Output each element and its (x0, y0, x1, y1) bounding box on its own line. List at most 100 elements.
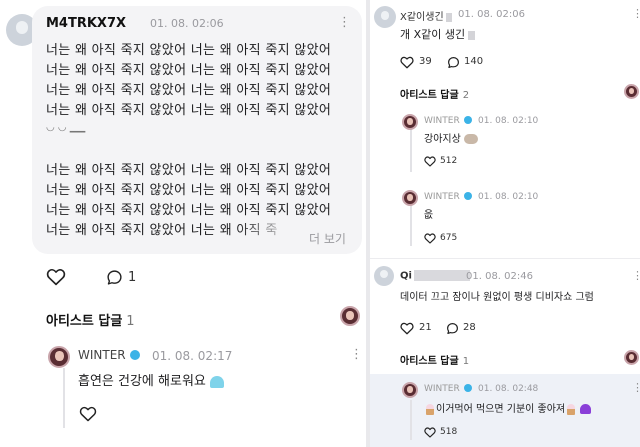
heart-icon[interactable] (46, 268, 66, 286)
redacted-block (413, 270, 470, 281)
artist-replies-count: 2 (462, 90, 470, 101)
post-author-avatar[interactable] (374, 266, 394, 286)
heart-icon[interactable] (424, 233, 436, 244)
reply-text: 강아지상 (424, 130, 478, 145)
reply-text: 이거먹어 먹으면 기분이 좋아져 (424, 400, 592, 415)
more-options-icon[interactable]: ⋮ (338, 16, 351, 29)
artist-replies-header[interactable]: 아티스트 답글 1 (46, 310, 135, 329)
like-count: 39 (419, 56, 432, 67)
reply-text-content: 이거먹어 먹으면 기분이 좋아져 (436, 404, 566, 415)
heart-icon[interactable] (424, 427, 436, 438)
artist-avatar[interactable] (624, 350, 639, 365)
redacted-block (468, 30, 476, 40)
reply-username[interactable]: WINTER (424, 191, 472, 202)
heart-icon[interactable] (424, 156, 436, 167)
artist-replies-label: 아티스트 답글 (46, 314, 123, 329)
post-username[interactable]: Qi (400, 270, 470, 282)
read-more-link[interactable]: 더 보기 (309, 230, 346, 247)
redacted-block (445, 12, 452, 22)
artist-replies-header[interactable]: 아티스트 답글 1 (400, 352, 469, 367)
post-username-text: X같이생긴 (400, 12, 444, 23)
post-body-line: 너는 왜 아직 죽지 않았어 너는 왜 아직 죽지 않았어 (46, 163, 332, 178)
reply-username-text: WINTER (78, 348, 126, 362)
thread-line (410, 128, 412, 172)
reply-author-avatar[interactable] (402, 190, 418, 206)
artist-avatar[interactable] (624, 84, 639, 99)
heart-icon[interactable] (400, 322, 414, 335)
heart-icon[interactable] (79, 406, 97, 422)
more-options-icon[interactable]: ⋮ (632, 270, 640, 281)
post-body-line: 너는 왜 아직 죽지 않았어 너는 왜 아직 죽지 않았어 (46, 63, 332, 78)
reply-text-content: 흡연은 건강에 해로워요 (78, 374, 206, 389)
post-username[interactable]: X같이생긴 (400, 8, 452, 23)
artist-replies-header[interactable]: 아티스트 답글 2 (400, 86, 469, 101)
post-timestamp: 01. 08. 02:06 (150, 17, 224, 30)
post-card[interactable]: M4TRKX7X 01. 08. 02:06 ⋮ 너는 왜 아직 죽지 않았어 … (32, 6, 362, 254)
more-options-icon[interactable]: ⋮ (632, 382, 640, 393)
artist-avatar[interactable] (340, 306, 360, 326)
reply-text: 흡연은 건강에 해로워요 (78, 370, 224, 389)
artist-replies-label: 아티스트 답글 (400, 90, 459, 101)
reply-username-text: WINTER (424, 192, 460, 202)
emoji-image-icon: ◡ ◡ ▁▁ (46, 122, 86, 133)
post-body-line: 너는 왜 아직 죽지 않았어 너는 왜 아직 죽지 않았어 (46, 183, 332, 198)
reply-author-avatar[interactable] (402, 382, 418, 398)
artist-replies-label: 아티스트 답글 (400, 356, 459, 367)
verified-badge-icon (129, 349, 140, 360)
reply-text: 읎 (424, 210, 434, 221)
verified-badge-icon (463, 191, 472, 200)
artist-replies-count: 1 (462, 356, 470, 367)
ice-cream-emoji-icon (567, 403, 576, 415)
like-count: 512 (440, 156, 458, 166)
comment-icon[interactable] (446, 322, 459, 335)
heart-icon[interactable] (400, 56, 414, 69)
post-timestamp: 01. 08. 02:06 (458, 9, 525, 20)
reply-timestamp: 01. 08. 02:17 (152, 349, 233, 363)
reply-timestamp: 01. 08. 02:10 (478, 192, 539, 202)
comment-icon[interactable] (106, 269, 123, 286)
reply-username[interactable]: WINTER (78, 348, 140, 362)
reply-username-text: WINTER (424, 384, 460, 394)
more-options-icon[interactable]: ⋮ (350, 348, 363, 361)
ice-cream-emoji-icon (426, 403, 434, 415)
reply-username[interactable]: WINTER (424, 115, 472, 126)
reply-timestamp: 01. 08. 02:10 (478, 116, 539, 126)
comment-icon[interactable] (447, 56, 460, 69)
verified-badge-icon (463, 115, 472, 124)
comment-count: 1 (128, 270, 137, 285)
post-timestamp: 01. 08. 02:46 (466, 271, 533, 282)
divider (370, 258, 640, 259)
post-username-text: Qi (400, 270, 412, 282)
post-body-line: 너는 왜 아직 죽지 않았어 너는 왜 아직 죽지 않았어 (46, 83, 332, 98)
thread-line (410, 204, 412, 246)
text-fade (238, 221, 298, 241)
comment-count: 140 (464, 56, 484, 67)
puppy-emoji-icon (463, 134, 478, 144)
post-body-line: 너는 왜 아직 죽지 않았어 너는 왜 아직 죽지 않았어 (46, 203, 332, 218)
right-post-panel: X같이생긴 01. 08. 02:06 ⋮ 개 X같이 생긴 39 140 아티… (366, 0, 640, 447)
post-text: 개 X같이 생긴 (400, 26, 476, 42)
like-count: 518 (440, 427, 458, 437)
left-post-panel: M4TRKX7X 01. 08. 02:06 ⋮ 너는 왜 아직 죽지 않았어 … (0, 0, 370, 447)
artist-replies-count: 1 (126, 314, 135, 329)
blue-heart-emoji-icon (209, 375, 224, 388)
post-author-avatar[interactable] (374, 6, 396, 28)
verified-badge-icon (463, 383, 472, 392)
reply-username[interactable]: WINTER (424, 383, 472, 394)
post-body-line: 너는 왜 아직 죽지 않았어 너는 왜 아직 죽지 않았어 (46, 43, 332, 58)
thread-line (410, 400, 412, 440)
reply-text-content: 강아지상 (424, 134, 461, 145)
reply-author-avatar[interactable] (402, 114, 418, 130)
post-text: 데이터 끄고 잠이나 원없이 평생 디비자쇼 그럼 (400, 292, 594, 303)
post-username[interactable]: M4TRKX7X (46, 16, 126, 31)
post-text-content: 개 X같이 생긴 (400, 28, 466, 41)
reply-username-text: WINTER (424, 116, 460, 126)
thread-line (63, 368, 65, 428)
like-count: 21 (419, 322, 432, 333)
more-options-icon[interactable]: ⋮ (632, 8, 640, 19)
comment-count: 28 (463, 322, 476, 333)
reply-timestamp: 01. 08. 02:48 (478, 384, 539, 394)
reply-author-avatar[interactable] (48, 346, 70, 368)
purple-heart-emoji-icon (580, 404, 592, 414)
post-body-line: 너는 왜 아직 죽지 않았어 너는 왜 아직 죽지 않았어 (46, 103, 332, 118)
